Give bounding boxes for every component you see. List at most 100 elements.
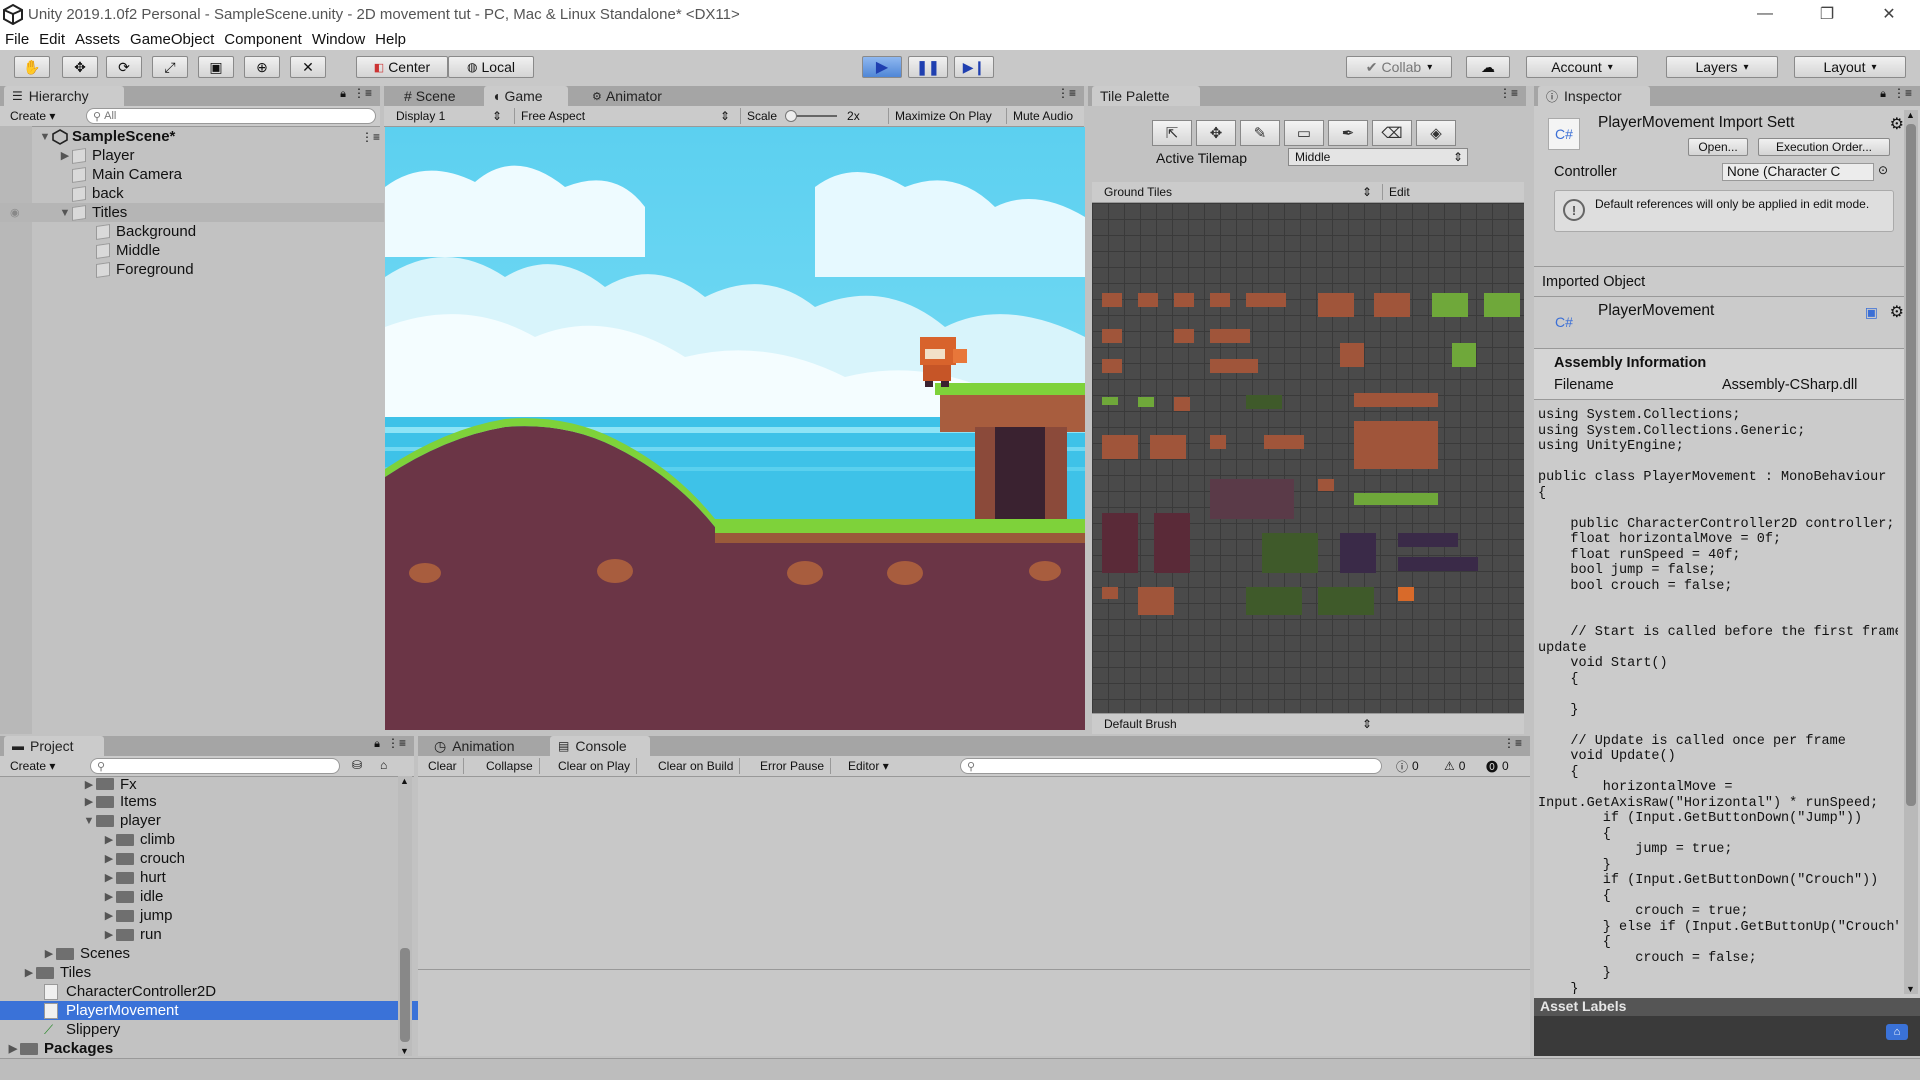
- console-search-input[interactable]: ⚲: [960, 758, 1382, 774]
- filter-type-icon[interactable]: ⛁: [352, 758, 362, 772]
- editor-dropdown[interactable]: Editor ▾: [842, 758, 895, 774]
- move-tool-icon[interactable]: ✥: [62, 56, 98, 78]
- scroll-down-icon[interactable]: ▼: [400, 1046, 409, 1056]
- rect-tool-icon[interactable]: ▣: [198, 56, 234, 78]
- active-tilemap-dropdown[interactable]: Middle ⇕: [1288, 148, 1468, 166]
- tile[interactable]: [1374, 293, 1410, 317]
- tile[interactable]: [1432, 293, 1468, 317]
- project-search-input[interactable]: ⚲: [90, 758, 340, 774]
- object-picker-icon[interactable]: ⊙: [1878, 163, 1888, 177]
- hierarchy-create-button[interactable]: Create ▾: [4, 108, 61, 124]
- rotate-tool-icon[interactable]: ⟳: [106, 56, 142, 78]
- tile[interactable]: [1340, 533, 1376, 573]
- minimize-button[interactable]: —: [1734, 0, 1796, 28]
- hierarchy-item-titles[interactable]: ◉ ▼ Titles: [0, 203, 438, 222]
- layers-dropdown[interactable]: Layers: [1666, 56, 1778, 78]
- transform-tool-icon[interactable]: ⊕: [244, 56, 280, 78]
- inspector-scrollbar[interactable]: ▲ ▼: [1904, 110, 1918, 994]
- expand-arrow-icon[interactable]: ▼: [82, 815, 96, 827]
- slider-track[interactable]: [785, 110, 838, 122]
- tile[interactable]: [1210, 293, 1230, 307]
- tile[interactable]: [1138, 293, 1158, 307]
- tab-project[interactable]: ▬ Project: [4, 736, 104, 756]
- clear-on-play-button[interactable]: Clear on Play: [552, 758, 638, 774]
- project-item-scenes[interactable]: ▶ Scenes: [0, 944, 436, 963]
- expand-arrow-icon[interactable]: ▶: [102, 833, 116, 846]
- expand-arrow-icon[interactable]: ▶: [58, 149, 72, 162]
- maximize-on-play-toggle[interactable]: Maximize On Play: [888, 108, 1004, 124]
- tile[interactable]: [1210, 435, 1226, 449]
- scale-tool-icon[interactable]: ⤢: [152, 56, 188, 78]
- execution-order-button[interactable]: Execution Order...: [1758, 138, 1890, 156]
- tile[interactable]: [1102, 359, 1122, 373]
- hierarchy-item-player[interactable]: ▶ Player: [0, 146, 438, 165]
- menu-component[interactable]: Component: [219, 31, 307, 48]
- tile[interactable]: [1354, 421, 1438, 469]
- tile[interactable]: [1174, 329, 1194, 343]
- warning-count-toggle[interactable]: ⚠ 0: [1438, 758, 1471, 774]
- select-tool-icon[interactable]: ⇱: [1152, 120, 1192, 146]
- menu-assets[interactable]: Assets: [70, 31, 125, 48]
- tab-animation[interactable]: ◷ Animation: [426, 736, 522, 756]
- palette-dropdown[interactable]: Ground Tiles ⇕: [1098, 184, 1378, 200]
- expand-arrow-icon[interactable]: ▶: [102, 909, 116, 922]
- project-item-playermovement[interactable]: PlayerMovement: [0, 1001, 438, 1020]
- slider-thumb[interactable]: [785, 110, 798, 122]
- expand-arrow-icon[interactable]: ▶: [102, 928, 116, 941]
- tab-console[interactable]: ▤ Console: [550, 736, 650, 756]
- tab-scene[interactable]: # Scene: [396, 86, 464, 106]
- tile[interactable]: [1452, 343, 1476, 367]
- clear-on-build-button[interactable]: Clear on Build: [652, 758, 741, 774]
- expand-arrow-icon[interactable]: ▼: [58, 207, 72, 219]
- open-button[interactable]: Open...: [1688, 138, 1748, 156]
- console-log-list[interactable]: [418, 777, 1530, 969]
- tab-animator[interactable]: ⚙ Animator: [584, 86, 670, 106]
- hand-tool-icon[interactable]: ✋: [14, 56, 50, 78]
- tile[interactable]: [1210, 479, 1294, 519]
- menu-help[interactable]: Help: [370, 31, 411, 48]
- error-count-toggle[interactable]: ⓿0: [1480, 758, 1515, 774]
- cloud-button[interactable]: ☁: [1466, 56, 1510, 78]
- tile-palette-grid[interactable]: [1092, 203, 1524, 713]
- mute-audio-toggle[interactable]: Mute Audio: [1006, 108, 1084, 124]
- picker-icon[interactable]: ✒: [1328, 120, 1368, 146]
- tile[interactable]: [1154, 513, 1190, 573]
- account-dropdown[interactable]: Account: [1526, 56, 1638, 78]
- menu-edit[interactable]: Edit: [34, 31, 70, 48]
- tile[interactable]: [1138, 587, 1174, 615]
- tab-hierarchy[interactable]: ☰ Hierarchy: [4, 86, 124, 106]
- project-item-charactercontroller2d[interactable]: CharacterController2D: [0, 982, 438, 1001]
- book-icon[interactable]: ▣: [1865, 304, 1878, 321]
- tile[interactable]: [1102, 397, 1118, 405]
- tile[interactable]: [1102, 329, 1122, 343]
- tile[interactable]: [1174, 293, 1194, 307]
- expand-arrow-icon[interactable]: ▼: [38, 131, 52, 143]
- pivot-local-button[interactable]: ◍ Local: [448, 56, 534, 78]
- expand-arrow-icon[interactable]: ▶: [82, 778, 96, 791]
- tile[interactable]: [1264, 435, 1304, 449]
- scrollbar-thumb[interactable]: [1906, 124, 1916, 806]
- tile[interactable]: [1246, 293, 1286, 307]
- scroll-down-icon[interactable]: ▼: [1906, 984, 1915, 994]
- project-item-tiles[interactable]: ▶ Tiles: [0, 963, 416, 982]
- hierarchy-search-input[interactable]: ⚲ All: [86, 108, 376, 124]
- eraser-icon[interactable]: ⌫: [1372, 120, 1412, 146]
- tile[interactable]: [1318, 587, 1374, 615]
- tile[interactable]: [1174, 397, 1190, 411]
- tile[interactable]: [1150, 435, 1186, 459]
- aspect-dropdown[interactable]: Free Aspect ⇕: [514, 108, 736, 124]
- move-tool-icon[interactable]: ✥: [1196, 120, 1236, 146]
- panel-menu-icon[interactable]: ⋮≡: [353, 86, 372, 100]
- settings-gear-icon[interactable]: ⚙: [1890, 302, 1904, 322]
- eye-icon[interactable]: ◉: [10, 206, 20, 219]
- project-item-slippery[interactable]: ⟋ Slippery: [0, 1020, 438, 1039]
- brush-dropdown[interactable]: Default Brush ⇕: [1098, 716, 1378, 732]
- panel-menu-icon[interactable]: ⋮≡: [1893, 86, 1912, 100]
- fill-bucket-icon[interactable]: ◈: [1416, 120, 1456, 146]
- collab-dropdown[interactable]: ✔ Collab: [1346, 56, 1452, 78]
- tile[interactable]: [1354, 493, 1438, 505]
- tile[interactable]: [1318, 479, 1334, 491]
- menu-file[interactable]: File: [0, 31, 34, 48]
- expand-arrow-icon[interactable]: ▶: [102, 890, 116, 903]
- expand-arrow-icon[interactable]: ▶: [42, 947, 56, 960]
